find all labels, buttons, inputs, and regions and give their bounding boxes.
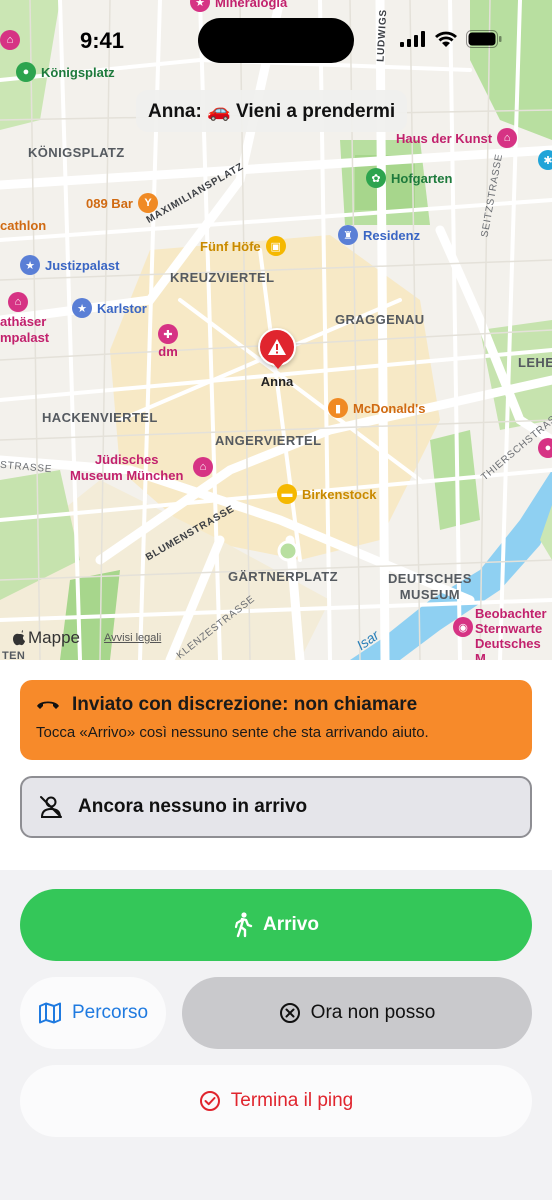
pin-label: Anna xyxy=(260,374,294,389)
phone-down-icon xyxy=(37,701,59,709)
poi-mineralogia[interactable]: ★ Mineralogia xyxy=(190,0,287,12)
observatory-icon: ◉ xyxy=(453,617,473,637)
area-deutsches-museum: DEUTSCHES MUSEUM xyxy=(388,571,472,602)
area-koenigsplatz: KÖNIGSPLATZ xyxy=(28,145,125,160)
poi-hofgarten[interactable]: ✿ Hofgarten xyxy=(366,168,452,188)
apple-icon xyxy=(13,630,25,646)
termina-label: Termina il ping xyxy=(230,1090,354,1111)
status-icons xyxy=(400,30,502,48)
poi-juedisches-museum[interactable]: Jüdisches Museum München xyxy=(70,452,183,484)
poi-juedisches-icon[interactable]: ⌂ xyxy=(193,457,213,477)
area-ten: TEN xyxy=(2,650,26,660)
star-icon: ★ xyxy=(20,255,40,275)
pin-tail xyxy=(272,362,284,369)
shopping-icon: ▣ xyxy=(265,236,286,256)
map-icon xyxy=(38,1002,61,1024)
alert-subtitle: Tocca «Arrivo» così nessuno sente che st… xyxy=(36,724,429,741)
percorso-button[interactable]: Percorso xyxy=(20,977,166,1049)
poi-mcdonalds[interactable]: ▮ McDonald's xyxy=(328,398,425,418)
poi-haus-der-kunst[interactable]: Haus der Kunst ⌂ xyxy=(396,128,518,148)
poi-beobachter[interactable]: Beobachter Sternwarte Deutsches M xyxy=(475,606,552,660)
status-time: 9:41 xyxy=(80,28,125,53)
area-graggenau: GRAGGENAU xyxy=(335,312,425,327)
person-slash-icon xyxy=(40,796,62,818)
walking-icon xyxy=(234,912,253,938)
screen: ★ Mineralogia ⌂ ● Königsplatz Haus der K… xyxy=(0,0,552,1200)
percorso-label: Percorso xyxy=(71,1002,149,1023)
dynamic-island xyxy=(198,18,354,63)
warning-icon xyxy=(268,339,286,355)
user-location-pin[interactable] xyxy=(258,328,296,366)
area-angerviertel: ANGERVIERTEL xyxy=(215,433,322,448)
responders-label: Ancora nessuno in arrivo xyxy=(78,796,308,817)
poi-dm[interactable]: ✚ dm xyxy=(158,324,178,359)
checkmark-circle-icon xyxy=(199,1091,220,1111)
museum-icon: ⌂ xyxy=(8,292,28,312)
battery-icon xyxy=(466,30,502,48)
maps-logo: Mappe xyxy=(12,628,80,648)
ping-title: Anna: 🚗 Vieni a prendermi xyxy=(136,90,408,132)
pharmacy-icon: ✚ xyxy=(158,324,178,344)
poi-cathlon[interactable]: cathlon xyxy=(0,218,46,233)
responders-status: Ancora nessuno in arrivo xyxy=(20,776,532,838)
area-gaertnerplatz: GÄRTNERPLATZ xyxy=(228,569,338,584)
museum-icon: ★ xyxy=(190,0,210,12)
museum-icon: ● xyxy=(538,438,552,458)
poi-koenigsplatz[interactable]: ● Königsplatz xyxy=(16,62,115,82)
non-posso-button[interactable]: Ora non posso xyxy=(182,977,532,1049)
poi-rathauser-icon[interactable]: ⌂ xyxy=(8,292,28,312)
termina-ping-button[interactable]: Termina il ping xyxy=(20,1065,532,1137)
shoe-icon: ▬ xyxy=(277,484,297,504)
poi-089-bar[interactable]: 089 Bar Y xyxy=(86,193,158,213)
map-view[interactable]: ★ Mineralogia ⌂ ● Königsplatz Haus der K… xyxy=(0,0,552,660)
area-hackenviertel: HACKENVIERTEL xyxy=(42,410,158,425)
area-kreuzviertel: KREUZVIERTEL xyxy=(170,270,275,285)
alert-title: Inviato con discrezione: non chiamare xyxy=(72,694,418,715)
flower-icon: ✿ xyxy=(366,168,386,188)
poi-right-edge[interactable]: ● xyxy=(538,438,552,458)
poi-beobachter-icon[interactable]: ◉ xyxy=(453,617,473,637)
arrivo-label: Arrivo xyxy=(263,914,319,935)
landmark-icon: ♜ xyxy=(338,225,358,245)
arrivo-button[interactable]: Arrivo xyxy=(20,889,532,961)
poi-museum-left[interactable]: ⌂ xyxy=(0,30,20,50)
wifi-icon xyxy=(435,31,457,47)
park-icon: ● xyxy=(16,62,36,82)
poi-sport[interactable]: ✱ xyxy=(538,150,552,170)
area-lehel: LEHE xyxy=(518,355,552,370)
x-circle-icon xyxy=(279,1003,300,1023)
poi-justizpalast[interactable]: ★ Justizpalast xyxy=(20,255,119,275)
non-posso-label: Ora non posso xyxy=(310,1002,436,1023)
museum-icon: ⌂ xyxy=(193,457,213,477)
discreet-alert-banner: Inviato con discrezione: non chiamare To… xyxy=(20,680,532,760)
sport-icon: ✱ xyxy=(538,150,552,170)
poi-residenz[interactable]: ♜ Residenz xyxy=(338,225,420,245)
poi-birkenstock[interactable]: ▬ Birkenstock xyxy=(277,484,376,504)
museum-icon: ⌂ xyxy=(497,128,518,148)
poi-karlstor[interactable]: ★ Karlstor xyxy=(72,298,147,318)
signal-icon xyxy=(400,31,425,47)
food-icon: ▮ xyxy=(328,398,348,418)
poi-fuenf-hoefe[interactable]: Fünf Höfe ▣ xyxy=(200,236,286,256)
legal-link[interactable]: Avvisi legali xyxy=(104,632,161,644)
poi-rathauser[interactable]: athäser mpalast xyxy=(0,314,49,346)
star-icon: ★ xyxy=(72,298,92,318)
museum-icon: ⌂ xyxy=(0,30,20,50)
